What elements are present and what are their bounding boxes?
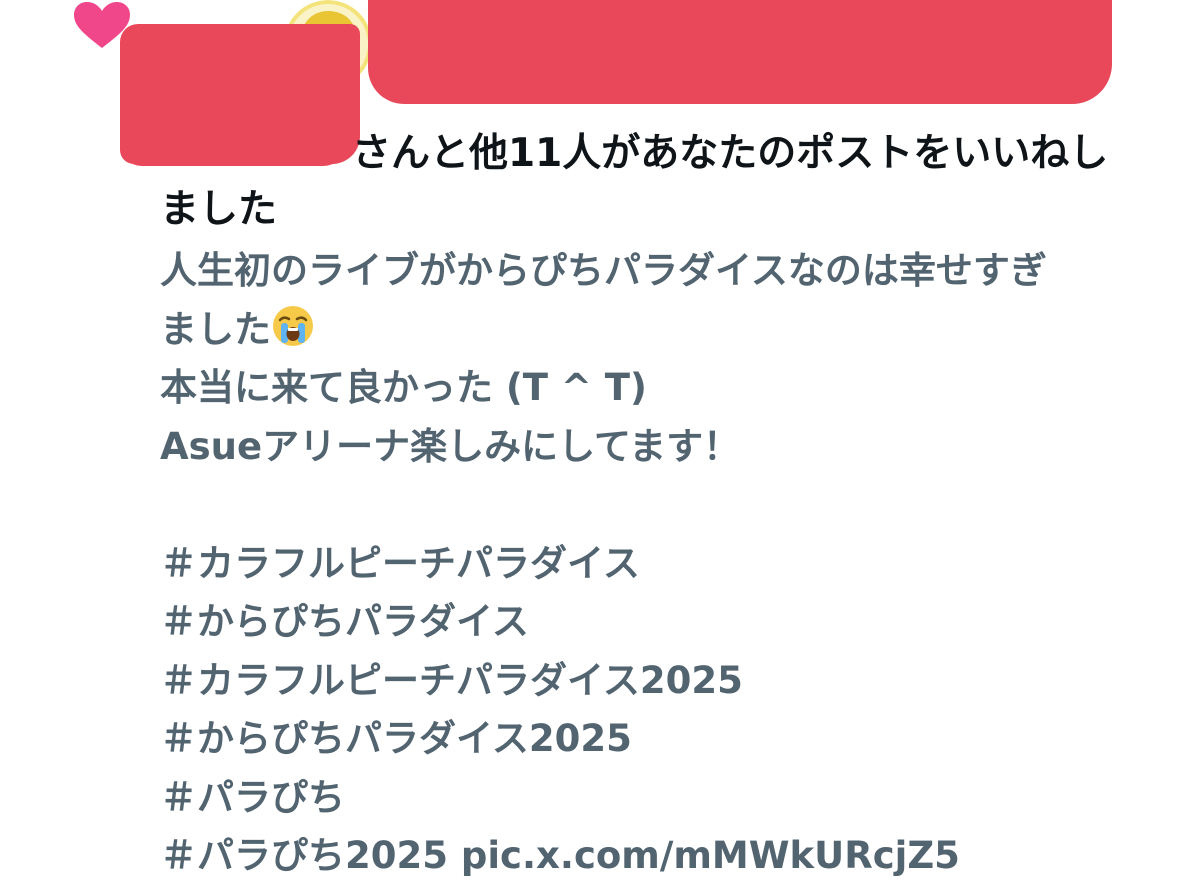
hashtag-link[interactable]: ＃からぴちパラダイス [160,593,1180,652]
notification-text: さんと他11人があなたのポストをいいねし ました [160,126,1170,238]
loudly-crying-face-icon [273,305,313,346]
media-link[interactable]: pic.x.com/mMWkURcjZ5 [461,834,960,877]
hashtag-link[interactable]: ＃パラぴち [160,769,1180,828]
notification-text-wrap: ました [160,187,278,232]
post-line-with-emoji: ました [160,301,1180,360]
hashtag-link[interactable]: ＃カラフルピーチパラダイス [160,535,1180,594]
post-line: 本当に来て良かった (T ^ T) [160,366,647,409]
post-line: 人生初のライブがからぴちパラダイスなのは幸せすぎ [160,249,1047,292]
hashtag-link[interactable]: ＃カラフルピーチパラダイス2025 [160,652,1180,711]
hashtag-link[interactable]: ＃パラぴち2025 [160,834,448,877]
post-text[interactable]: 人生初のライブがからぴちパラダイスなのは幸せすぎ ました 本当に来て良かった (… [160,242,1180,886]
hashtag-and-link-line: ＃パラぴち2025 pic.x.com/mMWkURcjZ5 [160,827,1180,886]
redaction-mark [368,0,1112,104]
post-line: Asueアリーナ楽しみにしてます！ [160,424,741,468]
post-line: ました [160,307,271,351]
hashtag-link[interactable]: ＃からぴちパラダイス2025 [160,710,1180,769]
notification-text-after-name: さんと他11人があなたのポストをいいねし [352,131,1109,176]
